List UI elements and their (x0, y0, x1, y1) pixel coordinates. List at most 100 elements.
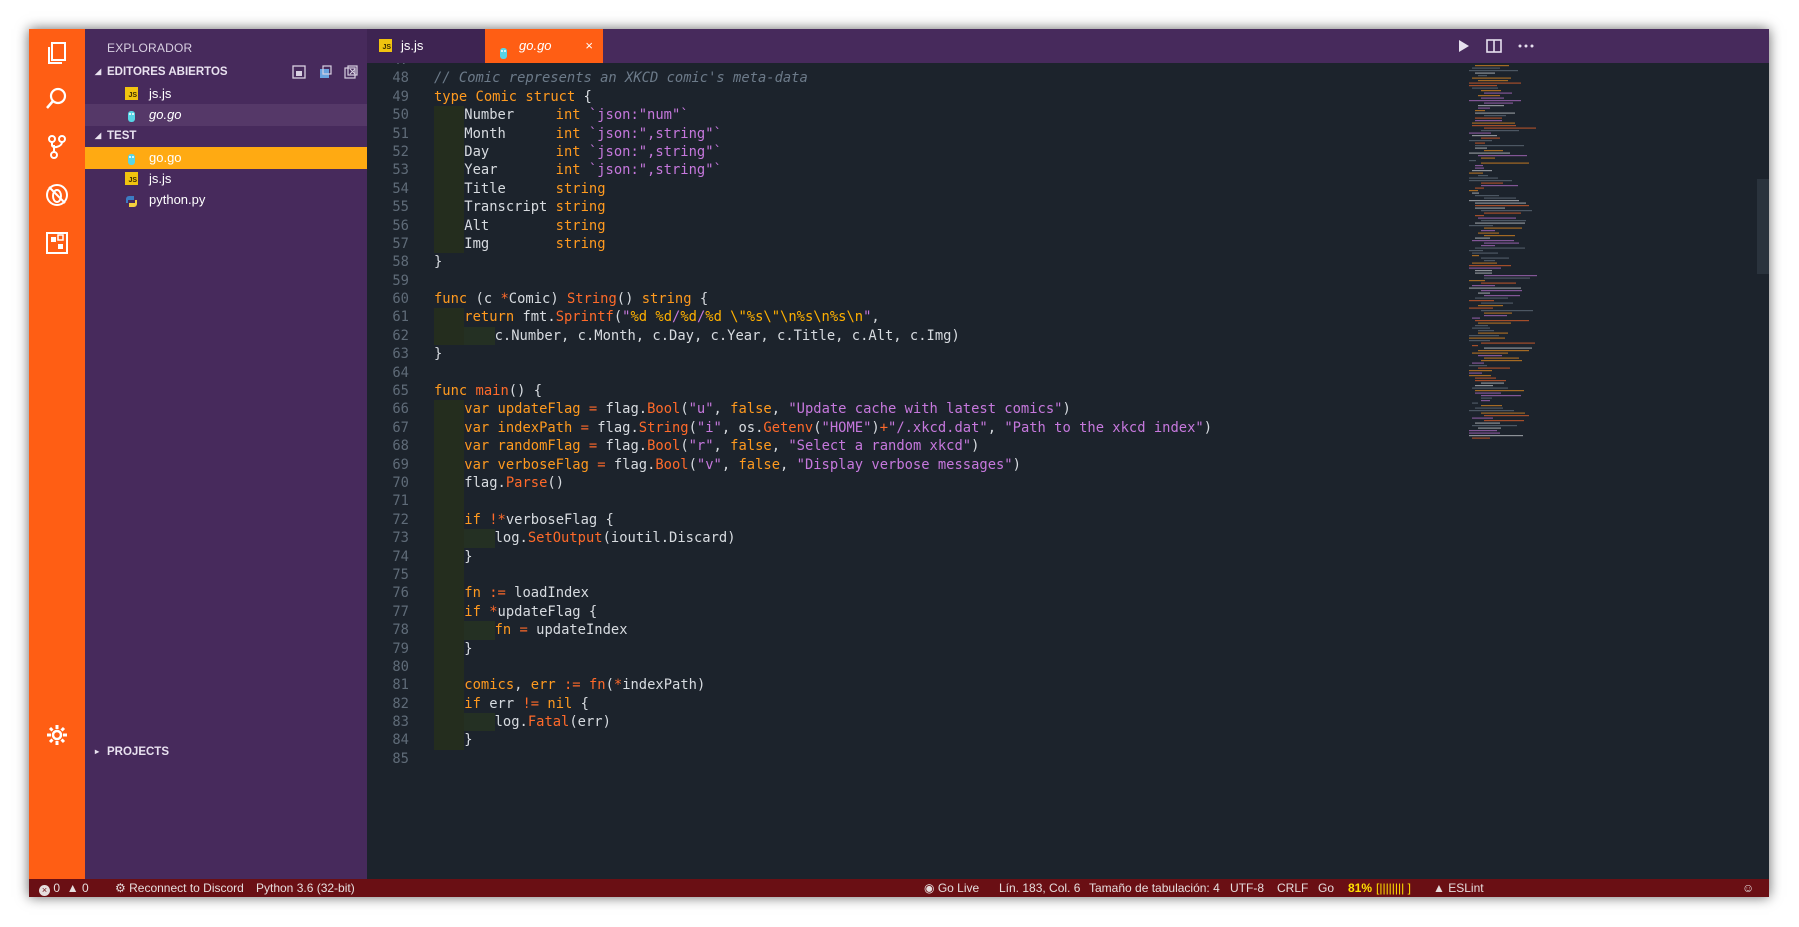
minimap-line (1469, 140, 1492, 142)
minimap-line (1472, 87, 1498, 89)
minimap-line (1478, 330, 1494, 332)
minimap-line (1472, 327, 1490, 329)
line-text: if *updateFlag { (434, 602, 597, 622)
cursor-position[interactable]: Lín. 183, Col. 6 (999, 879, 1080, 897)
minimap-line (1469, 430, 1497, 432)
minimap-line (1481, 90, 1501, 92)
minimap-line (1481, 397, 1492, 399)
minimap-line (1484, 275, 1537, 277)
js-icon: JS (379, 39, 392, 52)
code-editor[interactable]: 4748// Comic represents an XKCD comic's … (367, 63, 1769, 879)
close-tab-icon[interactable]: × (585, 29, 593, 63)
tab-go[interactable]: go.go × (485, 29, 603, 63)
minimap-line (1481, 137, 1500, 139)
tab-size[interactable]: Tamaño de tabulación: 4 (1089, 879, 1220, 897)
go-live-button[interactable]: ◉ Go Live (924, 879, 979, 897)
minimap-line (1469, 177, 1498, 179)
minimap-line (1472, 362, 1484, 364)
minimap-line (1469, 287, 1521, 289)
minimap-line (1475, 195, 1499, 197)
discord-status[interactable]: ⚙ Reconnect to Discord (115, 879, 244, 897)
minimap-line (1481, 185, 1518, 187)
minimap-line (1481, 162, 1529, 164)
open-editors-section-header[interactable]: ◢ EDITORES ABIERTOS (85, 61, 367, 83)
line-text: Year int `json:",string"` (434, 161, 722, 180)
projects-section-header[interactable]: ▸ PROJECTS (85, 741, 367, 763)
file-item-js[interactable]: JS js.js (85, 168, 367, 190)
line-text: if !*verboseFlag { (434, 510, 614, 530)
line-text: fn = updateIndex (434, 621, 628, 640)
eslint-status[interactable]: ▲ ESLint (1433, 879, 1484, 897)
test-folder-header[interactable]: ◢ TEST (85, 125, 367, 147)
python-icon (125, 193, 138, 207)
line-text: var indexPath = flag.String("i", os.Gete… (434, 418, 1212, 438)
minimap-line (1484, 277, 1530, 279)
editor-scrollbar[interactable] (1757, 179, 1769, 274)
minimap-line (1469, 372, 1482, 374)
line-text: Img string (434, 234, 606, 254)
line-text: } (434, 547, 473, 566)
python-interpreter[interactable]: Python 3.6 (32-bit) (256, 879, 355, 897)
split-editor-icon[interactable] (1485, 37, 1503, 55)
minimap-line (1469, 160, 1476, 162)
file-item-python[interactable]: python.py (85, 189, 367, 211)
debug-icon[interactable] (43, 181, 71, 209)
minimap-line (1469, 152, 1510, 154)
line-number: 81 (392, 677, 409, 694)
minimap-line (1472, 402, 1478, 404)
line-text: return fmt.Sprintf("%d %d/%d/%d \"%s\"\n… (434, 308, 880, 327)
minimap-line (1478, 80, 1508, 82)
minimap-line (1481, 310, 1533, 312)
minimap-line (1475, 407, 1503, 409)
minimap-line (1478, 305, 1503, 307)
minimap-line (1484, 115, 1506, 117)
settings-gear-icon[interactable] (43, 721, 71, 749)
close-all-editors-icon[interactable] (343, 64, 359, 80)
encoding[interactable]: UTF-8 (1230, 879, 1264, 897)
line-number: 60 (392, 291, 409, 308)
minimap-line (1484, 347, 1532, 349)
minimap-line (1469, 200, 1519, 202)
minimap-line (1469, 172, 1483, 174)
problems-indicator[interactable]: × 0 ▲ 0 (39, 879, 89, 897)
extensions-icon[interactable] (43, 229, 71, 257)
new-untitled-file-icon[interactable] (291, 64, 307, 80)
minimap-line (1481, 130, 1519, 132)
open-editor-item-js[interactable]: JS js.js (85, 83, 367, 105)
line-number: 61 (392, 309, 409, 326)
chevron-down-icon: ◢ (95, 67, 102, 76)
minimap-line (1475, 392, 1501, 394)
line-number: 59 (392, 272, 409, 289)
search-icon[interactable] (43, 85, 71, 113)
line-number: 74 (392, 548, 409, 565)
minimap-line (1472, 437, 1490, 439)
language-mode[interactable]: Go (1318, 879, 1334, 897)
minimap-line (1484, 197, 1516, 199)
run-play-icon[interactable] (1454, 37, 1472, 55)
line-text: log.SetOutput(ioutil.Discard) (434, 529, 736, 548)
minimap-line (1481, 302, 1513, 304)
more-actions-icon[interactable] (1517, 37, 1535, 55)
tab-js[interactable]: JS js.js (367, 29, 485, 63)
explorer-files-icon[interactable] (43, 39, 71, 67)
minimap-line (1475, 145, 1524, 147)
open-editor-item-go[interactable]: go.go (85, 104, 367, 126)
line-ending[interactable]: CRLF (1277, 879, 1308, 897)
minimap-line (1469, 410, 1514, 412)
minimap-line (1475, 65, 1509, 67)
minimap-line (1478, 217, 1516, 219)
minimap-line (1481, 342, 1535, 344)
minimap-line (1469, 365, 1487, 367)
save-all-icon[interactable] (317, 64, 333, 80)
line-number: 70 (392, 474, 409, 491)
minimap-line (1472, 240, 1514, 242)
minimap-line (1481, 97, 1504, 99)
line-number: 83 (392, 714, 409, 731)
file-item-go[interactable]: go.go (85, 147, 367, 169)
line-number: 53 (392, 162, 409, 179)
feedback-smiley-icon[interactable]: ☺ (1742, 879, 1754, 897)
line-number: 64 (392, 364, 409, 381)
line-number: 85 (392, 750, 409, 767)
source-control-icon[interactable] (43, 133, 71, 161)
minimap[interactable] (1467, 63, 1547, 443)
